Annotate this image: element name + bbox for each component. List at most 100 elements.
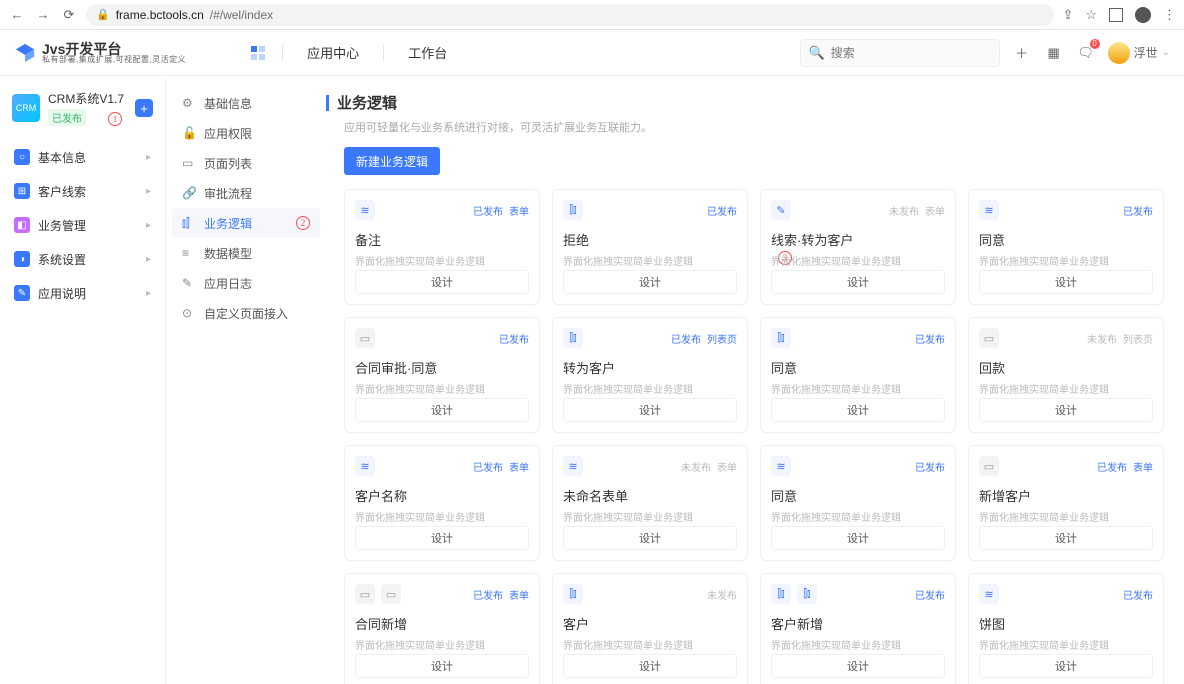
logic-card[interactable]: ✎未发布表单 线索·转为客户 界面化拖拽实现简单业务逻辑 设计: [760, 189, 956, 305]
logic-card[interactable]: ▭▭已发布表单 合同新增 界面化拖拽实现简单业务逻辑 设计: [344, 573, 540, 684]
card-title: 客户名称: [355, 486, 529, 505]
grid-icon[interactable]: ▦: [1044, 43, 1064, 63]
card-desc: 界面化拖拽实现简单业务逻辑: [771, 253, 945, 270]
add-app-button[interactable]: +: [135, 99, 153, 117]
app-selector[interactable]: CRM CRM系统V1.7 已发布 +: [0, 84, 165, 132]
menu-icon: ✎: [14, 285, 30, 301]
sliders-icon: ⫿⫾: [563, 584, 583, 604]
logic-card[interactable]: ▭已发布表单 新增客户 界面化拖拽实现简单业务逻辑 设计: [968, 445, 1164, 561]
card-tag: 已发布: [707, 203, 737, 218]
logic-card[interactable]: ≋已发布 同意 界面化拖拽实现简单业务逻辑 设计: [760, 445, 956, 561]
logic-card[interactable]: ≋已发布表单 备注 界面化拖拽实现简单业务逻辑 设计: [344, 189, 540, 305]
design-button[interactable]: 设计: [355, 526, 529, 550]
sliders-icon: ⫿⫾: [771, 584, 791, 604]
design-button[interactable]: 设计: [979, 398, 1153, 422]
card-title: 同意: [771, 358, 945, 377]
logic-card[interactable]: ⫿⫾已发布 同意 界面化拖拽实现简单业务逻辑 设计: [760, 317, 956, 433]
sub-menu-item[interactable]: 🔓应用权限: [166, 118, 326, 148]
sidebar-item[interactable]: ⊞客户线索▸: [0, 174, 165, 208]
card-tag: 未发布: [707, 587, 737, 602]
gear-icon: ⚙: [182, 96, 196, 110]
kebab-icon[interactable]: ⋮: [1163, 7, 1176, 23]
design-button[interactable]: 设计: [563, 526, 737, 550]
search-input[interactable]: 🔍: [800, 39, 1000, 67]
card-tag: 已发布: [473, 203, 503, 218]
user-menu[interactable]: 浮世 ⌄: [1108, 42, 1170, 64]
logic-card[interactable]: ▭未发布列表页 回款 界面化拖拽实现简单业务逻辑 设计: [968, 317, 1164, 433]
sidebar-item[interactable]: ✎应用说明▸: [0, 276, 165, 310]
share-icon[interactable]: ⇪: [1062, 7, 1073, 23]
card-tag: 未发布: [1087, 331, 1117, 346]
sub-menu-item[interactable]: ≡数据模型: [166, 238, 326, 268]
sub-menu-item[interactable]: ✎应用日志: [166, 268, 326, 298]
browser-chrome: ← → ⟳ 🔒 frame.bctools.cn/#/wel/index ⇪ ☆…: [0, 0, 1184, 30]
layers-icon: ≋: [979, 200, 999, 220]
logic-card[interactable]: ▭已发布 合同审批·同意 界面化拖拽实现简单业务逻辑 设计: [344, 317, 540, 433]
sub-menu-item[interactable]: ▭页面列表: [166, 148, 326, 178]
sub-menu-item[interactable]: ⫾⫿业务逻辑2: [172, 208, 320, 238]
star-icon[interactable]: ☆: [1085, 7, 1097, 23]
logic-card[interactable]: ≋已发布表单 客户名称 界面化拖拽实现简单业务逻辑 设计: [344, 445, 540, 561]
logic-card[interactable]: ⫿⫾⫿⫾已发布 客户新增 界面化拖拽实现简单业务逻辑 设计: [760, 573, 956, 684]
design-button[interactable]: 设计: [355, 398, 529, 422]
nav-app-center[interactable]: 应用中心: [307, 43, 359, 62]
design-button[interactable]: 设计: [771, 398, 945, 422]
card-desc: 界面化拖拽实现简单业务逻辑: [355, 253, 529, 270]
logo[interactable]: Jvs开发平台 私有部署,集成扩展,可视配置,灵活定义: [14, 42, 186, 64]
stack-icon: ≡: [182, 246, 196, 260]
card-tag: 表单: [925, 203, 945, 218]
design-button[interactable]: 设计: [979, 270, 1153, 294]
card-desc: 界面化拖拽实现简单业务逻辑: [771, 509, 945, 526]
card-tag: 已发布: [1097, 459, 1127, 474]
stop-icon[interactable]: [1109, 8, 1123, 22]
design-button[interactable]: 设计: [563, 398, 737, 422]
design-button[interactable]: 设计: [979, 654, 1153, 678]
card-desc: 界面化拖拽实现简单业务逻辑: [771, 637, 945, 654]
nav-workbench[interactable]: 工作台: [408, 43, 447, 62]
design-button[interactable]: 设计: [979, 526, 1153, 550]
logic-card[interactable]: ⫿⫾已发布 拒绝 界面化拖拽实现简单业务逻辑 设计: [552, 189, 748, 305]
logic-card[interactable]: ≋未发布表单 未命名表单 界面化拖拽实现简单业务逻辑 设计: [552, 445, 748, 561]
chevron-right-icon: ▸: [146, 288, 151, 299]
design-button[interactable]: 设计: [563, 270, 737, 294]
brand-sub: 私有部署,集成扩展,可视配置,灵活定义: [42, 56, 186, 64]
new-logic-button[interactable]: 新建业务逻辑: [344, 147, 440, 175]
design-button[interactable]: 设计: [355, 270, 529, 294]
add-icon[interactable]: ＋: [1012, 43, 1032, 63]
chevron-down-icon: ⌄: [1162, 47, 1170, 58]
design-button[interactable]: 设计: [771, 654, 945, 678]
sub-menu-item[interactable]: ⊙自定义页面接入: [166, 298, 326, 328]
logic-card[interactable]: ⫿⫾未发布 客户 界面化拖拽实现简单业务逻辑 设计: [552, 573, 748, 684]
card-title: 合同新增: [355, 614, 529, 633]
pen-icon: ✎: [771, 200, 791, 220]
card-tag: 已发布: [1123, 587, 1153, 602]
card-desc: 界面化拖拽实现简单业务逻辑: [979, 509, 1153, 526]
apps-icon[interactable]: [250, 45, 266, 61]
sidebar-item[interactable]: ◧业务管理▸: [0, 208, 165, 242]
card-title: 饼图: [979, 614, 1153, 633]
design-button[interactable]: 设计: [771, 270, 945, 294]
design-button[interactable]: 设计: [771, 526, 945, 550]
doc-icon: ▭: [381, 584, 401, 604]
logic-card[interactable]: ⫿⫾已发布列表页 转为客户 界面化拖拽实现简单业务逻辑 设计: [552, 317, 748, 433]
forward-icon[interactable]: →: [34, 7, 52, 22]
reload-icon[interactable]: ⟳: [60, 7, 78, 23]
design-button[interactable]: 设计: [355, 654, 529, 678]
lock-icon: 🔓: [182, 126, 196, 140]
notifications-icon[interactable]: 🗨0: [1076, 43, 1096, 63]
back-icon[interactable]: ←: [8, 7, 26, 22]
sidebar-item[interactable]: ◑系统设置▸: [0, 242, 165, 276]
design-button[interactable]: 设计: [563, 654, 737, 678]
sidebar-item[interactable]: ○基本信息▸: [0, 140, 165, 174]
chevron-right-icon: ▸: [146, 152, 151, 163]
card-tag: 已发布: [473, 587, 503, 602]
card-tag: 列表页: [1123, 331, 1153, 346]
card-title: 回款: [979, 358, 1153, 377]
logic-card[interactable]: ≋已发布 同意 界面化拖拽实现简单业务逻辑 设计: [968, 189, 1164, 305]
card-title: 客户新增: [771, 614, 945, 633]
url-bar[interactable]: 🔒 frame.bctools.cn/#/wel/index: [86, 4, 1054, 26]
profile-icon[interactable]: [1135, 7, 1151, 23]
sub-menu-item[interactable]: ⚙基础信息: [166, 88, 326, 118]
sub-menu-item[interactable]: 🔗审批流程: [166, 178, 326, 208]
logic-card[interactable]: ≋已发布 饼图 界面化拖拽实现简单业务逻辑 设计: [968, 573, 1164, 684]
